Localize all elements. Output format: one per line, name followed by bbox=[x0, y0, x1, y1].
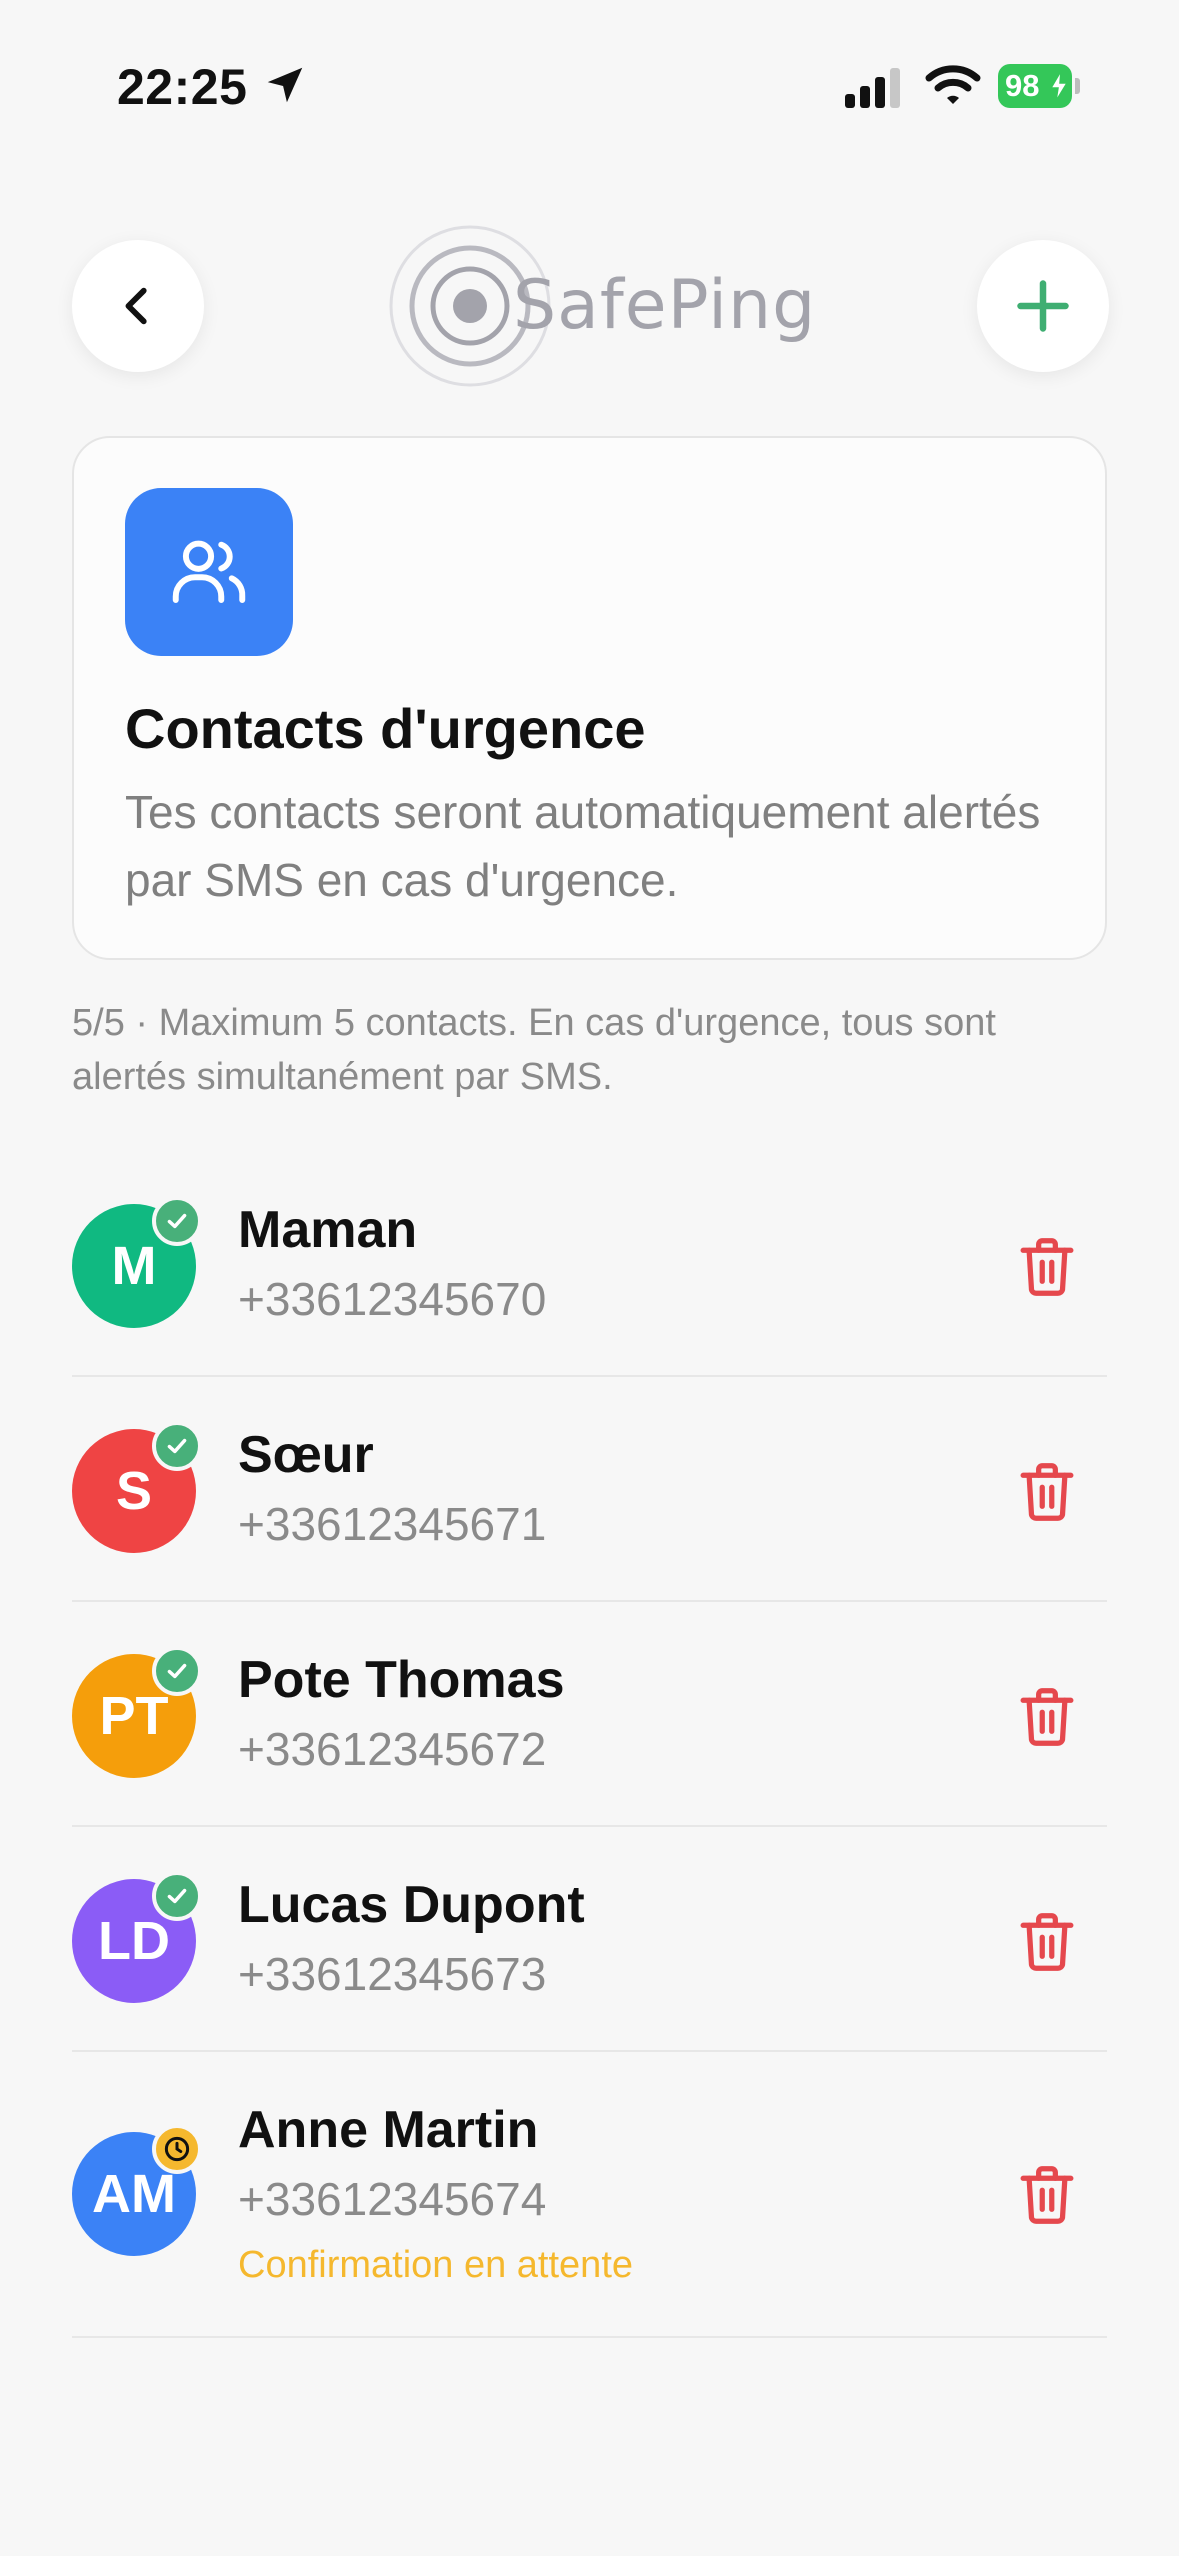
card-description: Tes contacts seront automatiquement aler… bbox=[125, 786, 1041, 906]
add-contact-button[interactable] bbox=[977, 240, 1109, 372]
contacts-limit-note: 5/5 · Maximum 5 contacts. En cas d'urgen… bbox=[72, 1002, 996, 1098]
users-icon bbox=[172, 540, 246, 603]
delete-contact-button[interactable] bbox=[1012, 2160, 1082, 2230]
trash-icon bbox=[1020, 2166, 1074, 2224]
trash-icon bbox=[1020, 1463, 1074, 1521]
confirmed-badge bbox=[152, 1421, 202, 1471]
trash-icon bbox=[1020, 1913, 1074, 1971]
contact-name: Pote Thomas bbox=[238, 1651, 565, 1709]
status-bar: 22:25 98 bbox=[0, 0, 1179, 150]
contact-phone: +33612345671 bbox=[238, 1498, 547, 1550]
back-button[interactable] bbox=[72, 240, 204, 372]
delete-contact-button[interactable] bbox=[1012, 1682, 1082, 1752]
delete-contact-button[interactable] bbox=[1012, 1457, 1082, 1527]
contact-row[interactable]: S Sœur +33612345671 bbox=[72, 1377, 1107, 1602]
contact-phone: +33612345673 bbox=[238, 1948, 547, 2000]
contact-phone: +33612345672 bbox=[238, 1723, 547, 1775]
contact-name: Sœur bbox=[238, 1426, 374, 1484]
confirmed-badge bbox=[152, 1871, 202, 1921]
safeping-logo: SafePing bbox=[388, 224, 815, 388]
contact-phone: +33612345670 bbox=[238, 1273, 547, 1325]
check-icon bbox=[167, 1663, 187, 1679]
confirmed-badge bbox=[152, 1646, 202, 1696]
info-card: Contacts d'urgence Tes contacts seront a… bbox=[72, 436, 1107, 960]
wifi-icon bbox=[925, 65, 981, 104]
contact-phone: +33612345674 bbox=[238, 2173, 547, 2225]
battery-indicator: 98 bbox=[998, 64, 1080, 108]
charging-bolt-icon bbox=[1050, 71, 1068, 101]
contact-list: M Maman +33612345670 S Sœur +33612345671… bbox=[72, 1152, 1107, 2338]
logo-text: SafePing bbox=[513, 266, 817, 345]
clock-icon bbox=[164, 2136, 190, 2162]
delete-contact-button[interactable] bbox=[1012, 1907, 1082, 1977]
trash-icon bbox=[1020, 1238, 1074, 1296]
plus-icon bbox=[1017, 280, 1069, 332]
status-time: 22:25 bbox=[117, 59, 248, 115]
chevron-left-icon bbox=[125, 287, 147, 325]
contact-row[interactable]: AM Anne Martin +33612345674 Confirmation… bbox=[72, 2052, 1107, 2338]
check-icon bbox=[167, 1213, 187, 1229]
confirmed-badge bbox=[152, 1196, 202, 1246]
cellular-signal-icon bbox=[845, 68, 900, 108]
contact-name: Anne Martin bbox=[238, 2101, 539, 2159]
pending-confirmation-label: Confirmation en attente bbox=[238, 2244, 634, 2286]
emergency-contacts-screen: 22:25 98 SafePing Contacts d'urgence Tes… bbox=[0, 0, 1179, 2556]
contact-name: Lucas Dupont bbox=[238, 1876, 585, 1934]
pending-badge bbox=[152, 2124, 202, 2174]
contact-name: Maman bbox=[238, 1201, 418, 1259]
card-icon-container bbox=[125, 488, 293, 656]
check-icon bbox=[167, 1888, 187, 1904]
contact-row[interactable]: M Maman +33612345670 bbox=[72, 1152, 1107, 1377]
location-arrow-icon bbox=[267, 67, 303, 103]
check-icon bbox=[167, 1438, 187, 1454]
delete-contact-button[interactable] bbox=[1012, 1232, 1082, 1302]
battery-percentage: 98 bbox=[1005, 68, 1040, 103]
card-title: Contacts d'urgence bbox=[125, 697, 646, 760]
battery-cap bbox=[1075, 78, 1080, 94]
contact-row[interactable]: LD Lucas Dupont +33612345673 bbox=[72, 1827, 1107, 2052]
trash-icon bbox=[1020, 1688, 1074, 1746]
contact-row[interactable]: PT Pote Thomas +33612345672 bbox=[72, 1602, 1107, 1827]
